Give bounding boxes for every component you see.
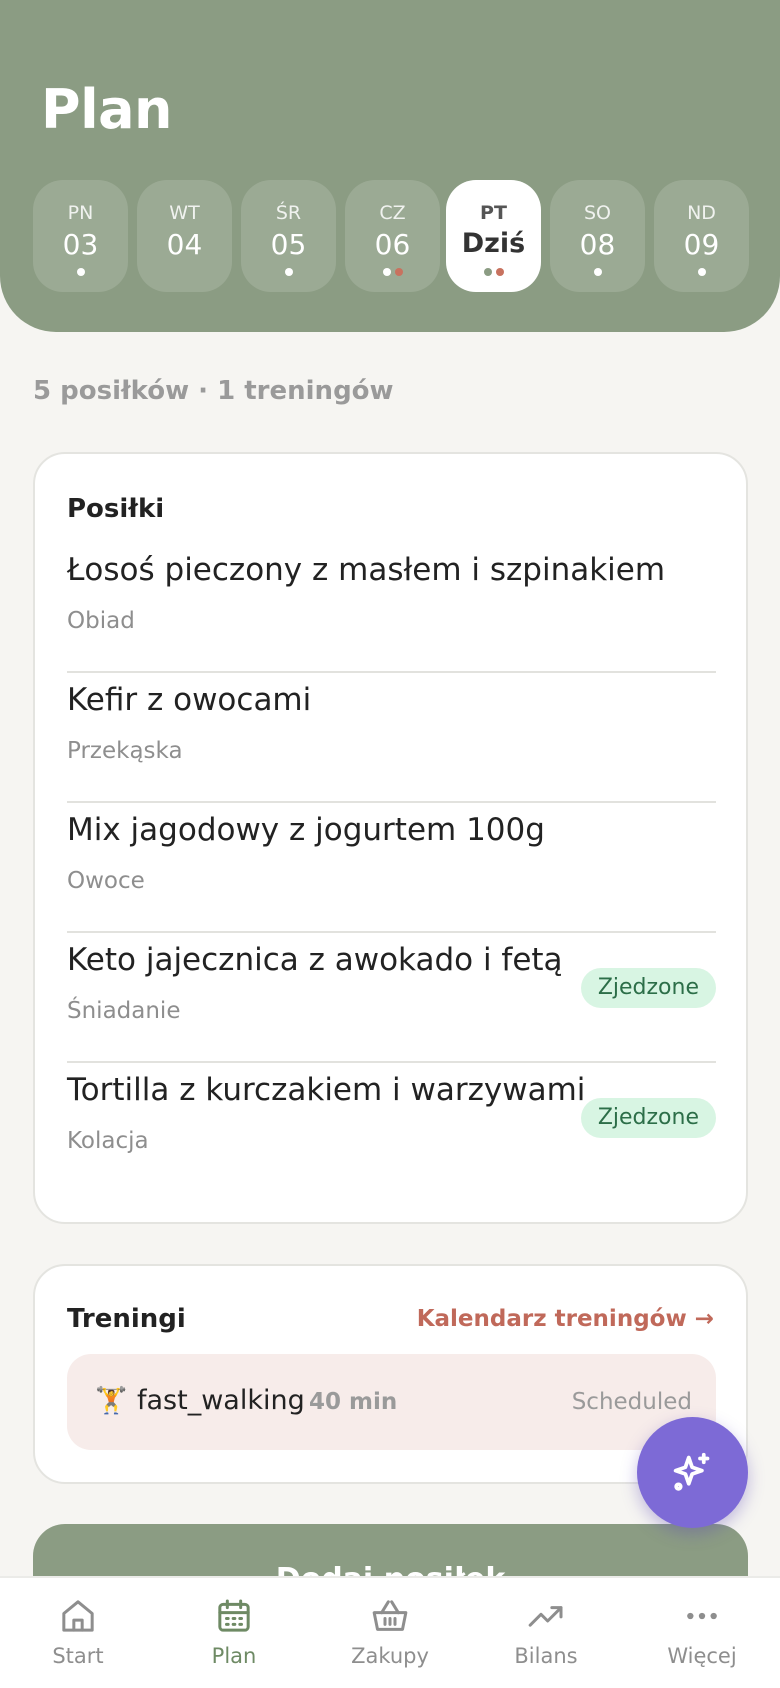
workout-item[interactable]: 🏋 fast_walking 40 min Scheduled	[67, 1354, 716, 1450]
day-name: WT	[169, 202, 200, 224]
day-chip-sat[interactable]: SO 08	[550, 180, 645, 292]
day-name: CZ	[379, 202, 406, 224]
meal-item[interactable]: Kefir z owocami Przekąska	[67, 668, 716, 798]
meal-name: Łosoś pieczony z masłem i szpinakiem	[67, 552, 666, 588]
tab-wiecej[interactable]: Więcej	[624, 1578, 780, 1688]
eaten-badge: Zjedzone	[580, 1098, 716, 1138]
day-summary: 5 posiłków · 1 treningów	[33, 376, 394, 406]
tab-label: Start	[52, 1644, 104, 1668]
plan-dot	[284, 268, 293, 276]
trend-icon	[528, 1606, 563, 1627]
plan-dot	[76, 268, 85, 276]
plan-dot	[593, 268, 602, 276]
day-date: 05	[270, 228, 307, 261]
meal-item[interactable]: Łosoś pieczony z masłem i szpinakiem Obi…	[67, 538, 716, 668]
tab-zakupy[interactable]: Zakupy	[312, 1578, 468, 1688]
tab-start[interactable]: Start	[0, 1578, 156, 1688]
meal-type: Kolacja	[67, 1128, 149, 1154]
day-date: 04	[166, 228, 203, 261]
meal-type: Śniadanie	[67, 998, 181, 1024]
day-date: 06	[374, 228, 411, 261]
meal-name: Tortilla z kurczakiem i warzywami	[67, 1072, 586, 1108]
training-dot	[394, 268, 403, 276]
day-dots	[241, 268, 336, 276]
meal-type: Owoce	[67, 868, 145, 894]
basket-icon	[372, 1600, 408, 1631]
tab-label: Plan	[211, 1644, 257, 1668]
day-chip-wed[interactable]: ŚR 05	[241, 180, 336, 292]
tab-label: Zakupy	[351, 1644, 429, 1668]
meal-name: Kefir z owocami	[67, 682, 312, 718]
meal-name: Keto jajecznica z awokado i fetą	[67, 942, 563, 978]
day-name: ŚR	[275, 202, 302, 224]
day-chip-fri-today[interactable]: PT Dziś	[446, 180, 541, 292]
workout-duration: 40 min	[309, 1389, 398, 1415]
day-chip-thu[interactable]: CZ 06	[345, 180, 440, 292]
day-chip-sun[interactable]: ND 09	[654, 180, 749, 292]
calendar-icon	[218, 1599, 250, 1632]
day-dots	[550, 268, 645, 276]
day-date: 08	[579, 228, 616, 261]
workout-name: fast_walking	[137, 1385, 305, 1416]
day-date: Dziś	[461, 228, 526, 259]
plan-dot	[483, 268, 492, 276]
day-chip-mon[interactable]: PN 03	[33, 180, 128, 292]
meal-item[interactable]: Keto jajecznica z awokado i fetą Śniadan…	[67, 928, 716, 1058]
trainings-title: Treningi	[67, 1304, 186, 1334]
tab-plan[interactable]: Plan	[156, 1578, 312, 1688]
day-name: ND	[687, 202, 716, 224]
weightlifting-icon: 🏋	[95, 1386, 128, 1416]
day-dots	[654, 268, 749, 276]
bottom-tab-bar: Start Plan Zakupy Bilans Więcej	[0, 1576, 780, 1688]
ai-assistant-button[interactable]	[637, 1417, 748, 1528]
home-icon	[62, 1600, 94, 1632]
eaten-badge: Zjedzone	[580, 968, 716, 1008]
meal-type: Obiad	[67, 608, 135, 634]
header: Plan PN 03 WT 04 ŚR 05 CZ 06 PT Dziś SO …	[0, 0, 780, 332]
tab-bilans[interactable]: Bilans	[468, 1578, 624, 1688]
day-dots	[33, 268, 128, 276]
meal-item[interactable]: Mix jagodowy z jogurtem 100g Owoce	[67, 798, 716, 928]
meal-type: Przekąska	[67, 738, 183, 764]
plan-dot	[382, 268, 391, 276]
page-title: Plan	[41, 78, 172, 141]
meal-item[interactable]: Tortilla z kurczakiem i warzywami Kolacj…	[67, 1058, 716, 1188]
meals-title: Posiłki	[67, 494, 165, 524]
day-dots	[345, 268, 440, 276]
day-dots	[446, 268, 541, 276]
more-icon	[687, 1612, 717, 1620]
day-chip-tue[interactable]: WT 04	[137, 180, 232, 292]
meals-card: Posiłki Łosoś pieczony z masłem i szpina…	[33, 452, 748, 1224]
sparkles-icon	[673, 1452, 710, 1491]
plan-dot	[697, 268, 706, 276]
tab-label: Bilans	[514, 1644, 578, 1668]
day-name: PT	[480, 202, 507, 224]
meal-name: Mix jagodowy z jogurtem 100g	[67, 812, 545, 848]
week-strip: PN 03 WT 04 ŚR 05 CZ 06 PT Dziś SO 08 ND…	[33, 180, 749, 292]
training-calendar-link[interactable]: Kalendarz treningów →	[417, 1306, 714, 1332]
day-date: 09	[683, 228, 720, 261]
day-date: 03	[62, 228, 99, 261]
tab-label: Więcej	[667, 1644, 737, 1668]
workout-status: Scheduled	[571, 1389, 692, 1415]
training-dot	[495, 268, 504, 276]
day-name: SO	[583, 202, 611, 224]
day-name: PN	[67, 202, 94, 224]
